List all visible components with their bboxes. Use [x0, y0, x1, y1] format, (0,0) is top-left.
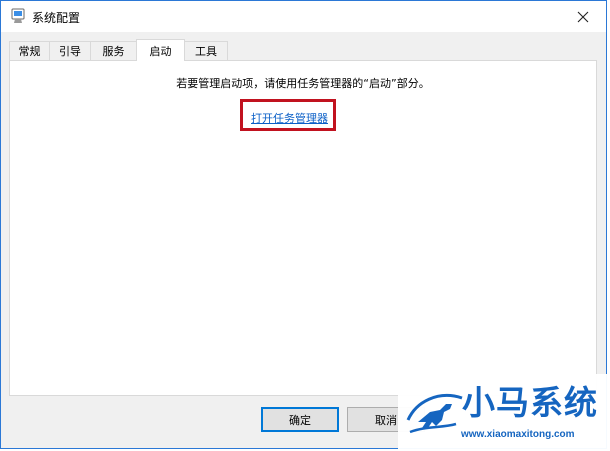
watermark-brand: 小马系统: [462, 383, 598, 422]
close-button[interactable]: [560, 1, 606, 32]
ok-button[interactable]: 确定: [261, 407, 339, 432]
watermark: 小马系统 www.xiaomaxitong.com: [398, 374, 610, 451]
system-config-icon: [10, 8, 26, 24]
tab-tools[interactable]: 工具: [184, 41, 228, 60]
close-icon: [577, 11, 589, 22]
watermark-url: www.xiaomaxitong.com: [461, 429, 575, 440]
startup-message: 若要管理启动项，请使用任务管理器的“启动”部分。: [176, 77, 430, 90]
tab-services[interactable]: 服务: [90, 41, 137, 60]
startup-panel: 若要管理启动项，请使用任务管理器的“启动”部分。 打开任务管理器: [9, 60, 597, 396]
open-task-manager-link[interactable]: 打开任务管理器: [251, 110, 328, 126]
tab-general[interactable]: 常规: [9, 41, 50, 60]
tab-boot[interactable]: 引导: [49, 41, 91, 60]
horse-logo-icon: [406, 393, 463, 434]
title-bar: 系统配置: [1, 1, 606, 32]
tab-startup[interactable]: 启动: [136, 39, 185, 61]
window-title: 系统配置: [32, 11, 81, 25]
